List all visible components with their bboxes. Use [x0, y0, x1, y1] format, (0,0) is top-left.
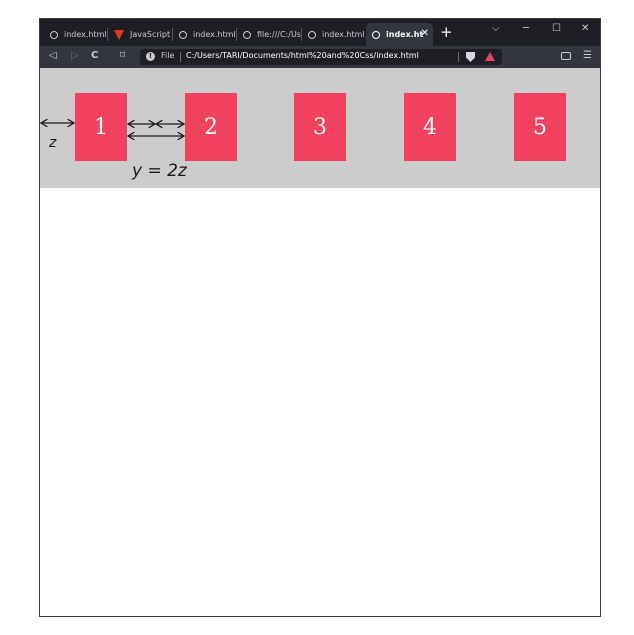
globe-icon — [372, 30, 380, 39]
box-2: 2 — [185, 93, 237, 161]
tab-index-1[interactable]: index.html — [44, 23, 108, 46]
url-divider — [458, 52, 459, 62]
url-divider — [180, 52, 181, 62]
tab-index-2[interactable]: index.html — [173, 23, 237, 46]
globe-icon — [308, 30, 316, 39]
back-icon[interactable]: ◁ — [49, 50, 57, 62]
tab-file[interactable]: file:///C:/Us — [237, 23, 302, 46]
minimize-icon[interactable]: ─ — [523, 23, 529, 34]
forward-icon[interactable]: ▷ — [71, 50, 79, 62]
wallet-icon[interactable] — [561, 52, 571, 60]
new-tab-button[interactable]: + — [440, 24, 453, 40]
tab-title: index.html — [322, 30, 365, 39]
tab-title: index.ht — [386, 30, 424, 39]
vivaldi-icon — [114, 29, 124, 40]
address-bar[interactable]: ! File C:/Users/TARI/Documents/html%20an… — [140, 49, 502, 65]
box-4: 4 — [404, 93, 456, 161]
brave-shield-icon[interactable] — [466, 52, 475, 62]
box-3: 3 — [294, 93, 346, 161]
close-tab-icon[interactable]: ✕ — [421, 28, 429, 39]
rewards-icon[interactable] — [485, 52, 495, 61]
tab-title: file:///C:/Us — [257, 30, 301, 39]
bookmark-icon[interactable]: ⌑ — [120, 50, 125, 62]
globe-icon — [243, 30, 251, 39]
tab-title: index.html — [193, 30, 236, 39]
tab-index-3[interactable]: index.html — [302, 23, 366, 46]
menu-icon[interactable]: ☰ — [583, 50, 592, 62]
tab-title: index.html — [64, 30, 107, 39]
tab-bar: index.html JavaScript o index.html file:… — [40, 19, 600, 46]
tab-title: JavaScript o — [130, 30, 173, 39]
info-icon[interactable]: ! — [146, 52, 155, 61]
box-5: 5 — [514, 93, 566, 161]
maximize-icon[interactable]: ☐ — [552, 23, 561, 34]
flex-container: 1 2 3 4 5 — [40, 68, 600, 188]
tab-javascript[interactable]: JavaScript o — [108, 23, 173, 46]
scheme-label: File — [161, 51, 175, 60]
tab-index-active[interactable]: index.ht ✕ — [366, 23, 433, 46]
tab-list-icon[interactable]: ⌵ — [492, 23, 500, 34]
reload-icon[interactable]: C — [91, 50, 98, 62]
url-text[interactable]: C:/Users/TARI/Documents/html%20and%20Css… — [186, 51, 419, 60]
toolbar: ◁ ▷ C ⌑ ! File C:/Users/TARI/Documents/h… — [40, 46, 600, 68]
box-1: 1 — [75, 93, 127, 161]
browser-window: index.html JavaScript o index.html file:… — [39, 18, 601, 617]
globe-icon — [179, 30, 187, 39]
globe-icon — [50, 30, 58, 39]
page-content: 1 2 3 4 5 z y = 2z — [40, 68, 600, 616]
window-close-icon[interactable]: ✕ — [581, 23, 589, 34]
